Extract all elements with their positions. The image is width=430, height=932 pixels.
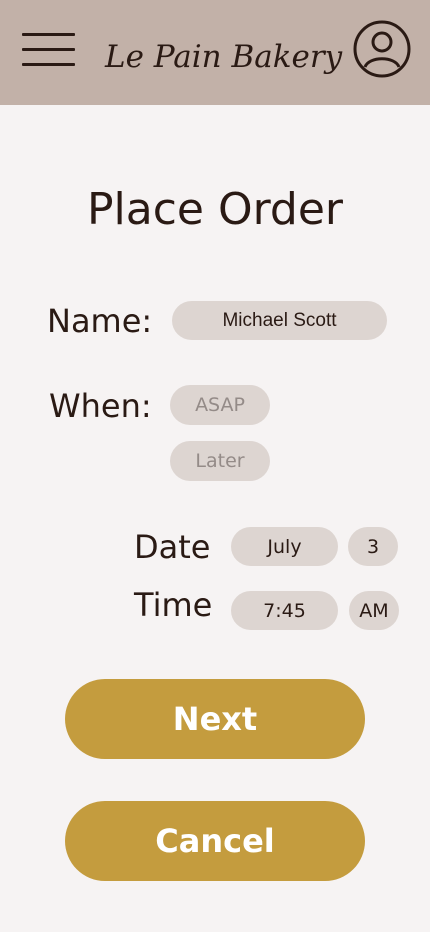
page-title: Place Order [86, 184, 343, 235]
brand-logo: Le Pain Bakery [105, 39, 343, 75]
user-avatar-svg [353, 20, 411, 78]
time-select[interactable]: 7:45 [231, 591, 338, 630]
time-label: Time [134, 586, 213, 624]
menu-line [22, 33, 75, 36]
asap-option-button[interactable]: ASAP [170, 385, 270, 425]
date-day-select[interactable]: 3 [348, 527, 398, 566]
date-month-select[interactable]: July [231, 527, 338, 566]
app-header: Le Pain Bakery [0, 0, 430, 105]
when-label: When: [49, 387, 152, 425]
name-label: Name: [47, 302, 153, 340]
name-field[interactable]: Michael Scott [172, 301, 387, 340]
am-pm-select[interactable]: AM [349, 591, 399, 630]
later-option-button[interactable]: Later [170, 441, 270, 481]
hamburger-menu-icon[interactable] [22, 30, 76, 68]
date-label: Date [134, 528, 211, 566]
cancel-button[interactable]: Cancel [65, 801, 365, 881]
next-button[interactable]: Next [65, 679, 365, 759]
menu-line [22, 48, 75, 51]
menu-line [22, 63, 75, 66]
user-avatar-icon[interactable] [353, 20, 411, 78]
